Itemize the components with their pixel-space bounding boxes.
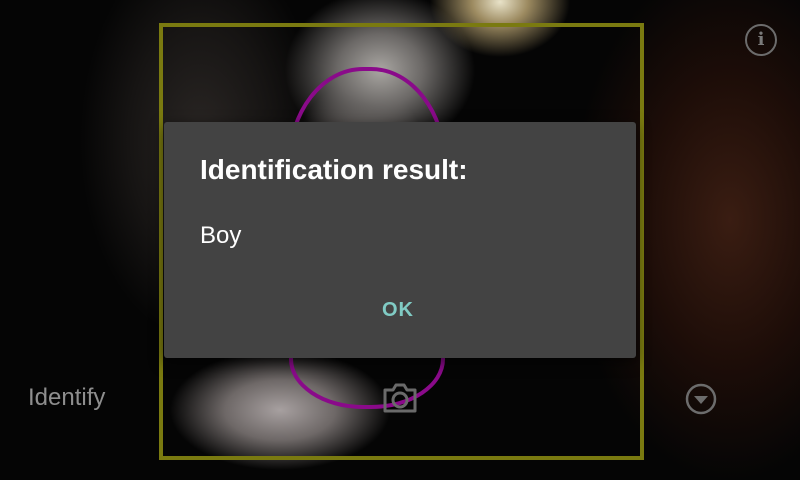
dialog-title: Identification result: xyxy=(200,154,468,185)
info-icon[interactable]: i xyxy=(745,24,777,56)
identify-button[interactable]: Identify xyxy=(28,384,105,412)
chevron-down-circle-icon[interactable] xyxy=(685,383,717,415)
camera-icon[interactable] xyxy=(382,382,418,414)
ok-button[interactable]: OK xyxy=(364,292,432,328)
identification-result-dialog: Identification result: Boy OK xyxy=(164,122,636,358)
camera-screen: i Identify Identification result: Boy OK xyxy=(0,0,800,480)
dialog-message: Boy xyxy=(200,222,242,249)
